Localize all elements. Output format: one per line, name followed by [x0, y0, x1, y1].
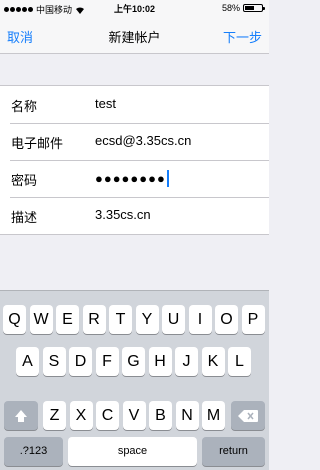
space-key[interactable]: space — [68, 437, 197, 466]
key-n[interactable]: N — [175, 401, 199, 430]
description-field[interactable]: 3.35cs.cn — [95, 207, 151, 222]
name-label: 名称 — [11, 99, 38, 114]
password-dots: ●●●●●●●● — [95, 171, 166, 186]
navigation-bar: 取消 新建帐户 下一步 — [0, 16, 269, 54]
account-form: 名称 test 电子邮件 ecsd@3.35cs.cn 密码 ●●●●●●●● … — [0, 85, 269, 235]
key-z[interactable]: Z — [43, 401, 66, 430]
backspace-key[interactable] — [231, 401, 265, 430]
key-d[interactable]: D — [69, 347, 92, 376]
key-c[interactable]: C — [96, 401, 119, 430]
description-label: 描述 — [11, 210, 38, 225]
key-u[interactable]: U — [162, 305, 185, 334]
numbers-key[interactable]: .?123 — [4, 437, 63, 466]
key-e[interactable]: E — [56, 305, 79, 334]
email-field[interactable]: ecsd@3.35cs.cn — [95, 133, 191, 148]
key-i[interactable]: I — [188, 305, 212, 334]
key-l[interactable]: L — [228, 347, 251, 376]
key-v[interactable]: V — [122, 401, 146, 430]
text-caret — [166, 170, 169, 187]
battery-icon — [243, 4, 265, 12]
backspace-icon — [238, 410, 258, 422]
status-right: 58% — [221, 3, 265, 13]
password-field[interactable]: ●●●●●●●● — [95, 170, 169, 187]
key-o[interactable]: O — [215, 305, 238, 334]
key-k[interactable]: K — [201, 347, 225, 376]
key-h[interactable]: H — [148, 347, 172, 376]
shift-icon-stem — [18, 417, 24, 422]
battery-percent: 58% — [221, 3, 240, 13]
key-t[interactable]: T — [109, 305, 132, 334]
form-row-email[interactable]: 电子邮件 ecsd@3.35cs.cn — [0, 123, 269, 160]
password-label: 密码 — [11, 173, 38, 188]
status-bar: 中国移动 上午10:02 58% — [0, 0, 269, 16]
name-field[interactable]: test — [95, 96, 116, 111]
key-j[interactable]: J — [175, 347, 198, 376]
key-r[interactable]: R — [82, 305, 106, 334]
key-b[interactable]: B — [149, 401, 172, 430]
key-x[interactable]: X — [69, 401, 93, 430]
key-g[interactable]: G — [122, 347, 145, 376]
shift-key[interactable] — [4, 401, 38, 430]
key-p[interactable]: P — [241, 305, 265, 334]
key-f[interactable]: F — [95, 347, 119, 376]
email-label: 电子邮件 — [11, 136, 64, 151]
form-row-description[interactable]: 描述 3.35cs.cn — [0, 197, 269, 234]
battery-fill — [245, 6, 255, 10]
next-button[interactable]: 下一步 — [223, 27, 262, 46]
return-key[interactable]: return — [202, 437, 265, 466]
key-w[interactable]: W — [29, 305, 53, 334]
key-y[interactable]: Y — [135, 305, 159, 334]
form-row-name[interactable]: 名称 test — [0, 86, 269, 123]
shift-icon — [15, 410, 27, 417]
key-a[interactable]: A — [16, 347, 39, 376]
keyboard: .?123 space return QWERTYUIOP ASDFGHJKL ZX… — [0, 290, 269, 470]
key-m[interactable]: M — [202, 401, 225, 430]
key-s[interactable]: S — [42, 347, 66, 376]
form-row-password[interactable]: 密码 ●●●●●●●● — [0, 160, 269, 197]
key-q[interactable]: Q — [3, 305, 26, 334]
